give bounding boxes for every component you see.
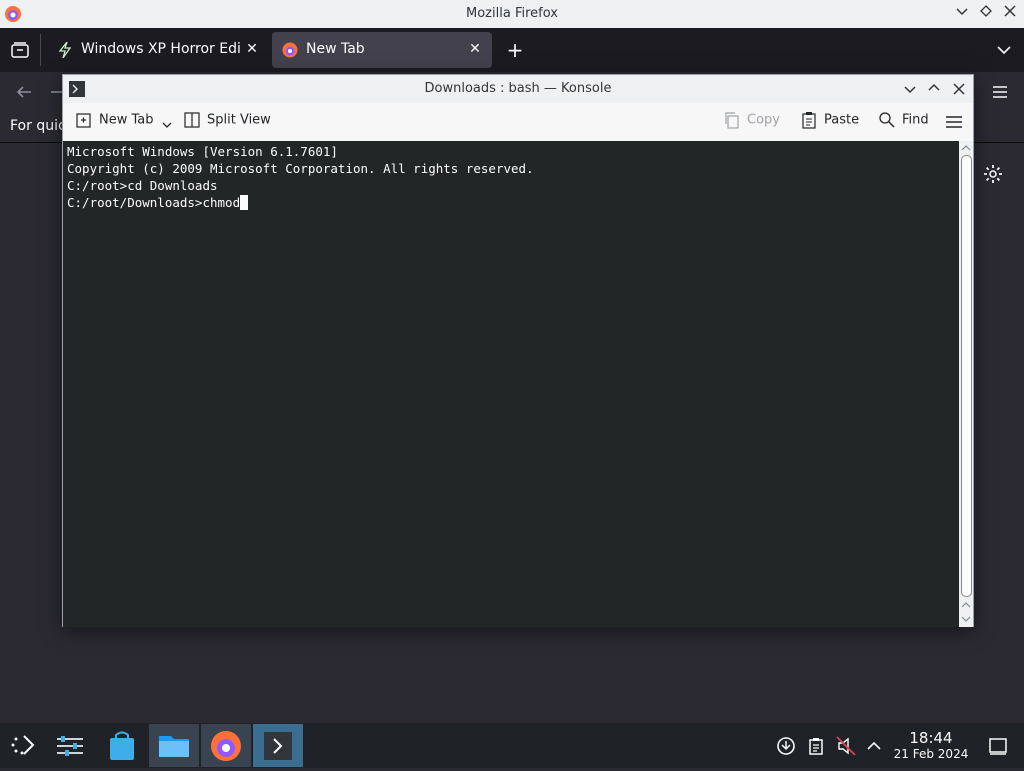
- scroll-down-arrow[interactable]: [960, 613, 972, 625]
- bookmarks-hint-text: For quic: [10, 118, 66, 134]
- copy-label: Copy: [747, 112, 780, 128]
- chevron-down-icon: [904, 86, 916, 94]
- back-arrow-icon: [16, 86, 31, 98]
- firefox-window-title: Mozilla Firefox: [466, 6, 558, 21]
- terminal-app-icon: [264, 732, 292, 760]
- konsole-toolbar: New Tab Split View Copy Paste Find: [63, 103, 973, 142]
- show-desktop-button[interactable]: [988, 736, 1008, 756]
- firefox-titlebar: Mozilla Firefox: [0, 0, 1024, 28]
- app-menu-button[interactable]: [990, 82, 1010, 102]
- hamburger-menu-icon: [993, 86, 1007, 98]
- tray-volume-button[interactable]: [836, 736, 856, 756]
- new-tab-button[interactable]: +: [504, 39, 526, 61]
- store-bag-icon: [110, 731, 134, 760]
- paste-button[interactable]: Paste: [800, 111, 859, 133]
- tab-windows-xp-horror[interactable]: Windows XP Horror Editi ✕: [47, 32, 269, 68]
- konsole-window: Downloads : bash — Konsole New Tab Split…: [62, 74, 974, 627]
- terminal-scrollbar[interactable]: [959, 141, 973, 627]
- konsole-menu-button[interactable]: [945, 113, 963, 131]
- copy-button[interactable]: Copy: [723, 111, 780, 133]
- back-button[interactable]: [14, 82, 34, 102]
- firefox-view-button[interactable]: [10, 40, 30, 60]
- terminal-output: Microsoft Windows [Version 6.1.7601] Copy…: [67, 143, 534, 211]
- konsole-close-button[interactable]: [952, 82, 966, 96]
- firefox-logo-icon: [211, 731, 241, 761]
- scrollbar-thumb[interactable]: [961, 155, 972, 597]
- tab-close-button[interactable]: ✕: [466, 40, 484, 58]
- firefox-tab-strip: Windows XP Horror Editi ✕ New Tab ✕ +: [0, 28, 1024, 72]
- chevron-down-icon: [162, 122, 172, 128]
- clock-date: 21 Feb 2024: [893, 747, 969, 761]
- chevron-up-icon: [928, 83, 940, 91]
- taskbar: 18:44 21 Feb 2024: [0, 723, 1024, 768]
- chevron-down-icon: [961, 616, 971, 622]
- tab-separator: [40, 34, 41, 66]
- application-launcher-button[interactable]: [0, 724, 50, 767]
- diamond-icon: [980, 5, 992, 17]
- firefox-favicon-icon: [282, 42, 298, 58]
- file-manager-task[interactable]: [149, 724, 199, 767]
- terminal-line: Microsoft Windows [Version 6.1.7601]: [67, 144, 338, 159]
- terminal-area[interactable]: Microsoft Windows [Version 6.1.7601] Copy…: [63, 141, 959, 627]
- scroll-up-arrow[interactable]: [960, 142, 972, 154]
- gear-icon: [984, 165, 1002, 183]
- new-tab-label: New Tab: [99, 112, 154, 128]
- search-icon: [879, 112, 895, 128]
- tab-label: New Tab: [306, 41, 365, 57]
- clipboard-icon: [809, 738, 823, 755]
- tray-clipboard-button[interactable]: [806, 736, 826, 756]
- hamburger-menu-icon: [946, 116, 962, 128]
- konsole-window-title: Downloads : bash — Konsole: [424, 81, 612, 96]
- terminal-line: Copyright (c) 2009 Microsoft Corporation…: [67, 161, 534, 176]
- konsole-maximize-button[interactable]: [927, 81, 941, 95]
- tab-new-tab[interactable]: New Tab ✕: [272, 32, 492, 68]
- firefox-task[interactable]: [201, 724, 251, 767]
- konsole-titlebar: Downloads : bash — Konsole: [63, 75, 973, 103]
- new-tab-button[interactable]: New Tab: [75, 111, 172, 133]
- new-tab-icon: [76, 113, 91, 128]
- paste-label: Paste: [824, 112, 860, 128]
- paste-icon: [802, 112, 816, 129]
- tray-update-button[interactable]: [776, 736, 796, 756]
- chevron-down-icon: [997, 46, 1011, 55]
- terminal-prompt-line: C:/root/Downloads>chmod: [67, 194, 534, 211]
- sliders-icon: [57, 736, 83, 756]
- launcher-icon: [11, 735, 35, 755]
- close-icon: [1004, 5, 1016, 17]
- tab-close-button[interactable]: ✕: [243, 40, 261, 58]
- split-view-label: Split View: [207, 112, 271, 128]
- tab-label: Windows XP Horror Editi: [81, 41, 241, 57]
- chevron-up-icon: [961, 602, 971, 608]
- find-label: Find: [902, 112, 929, 128]
- updates-icon: [777, 737, 795, 755]
- konsole-minimize-button[interactable]: [903, 83, 917, 97]
- clock-time: 18:44: [909, 729, 953, 747]
- chevron-down-icon: [956, 8, 968, 16]
- chevron-up-icon: [961, 145, 971, 151]
- maximize-button[interactable]: [976, 4, 996, 24]
- speaker-muted-icon: [836, 736, 856, 756]
- close-window-button[interactable]: [1000, 4, 1020, 24]
- copy-icon: [725, 112, 739, 129]
- text-cursor: [240, 195, 249, 210]
- desktop-icon: [989, 738, 1007, 755]
- list-all-tabs-button[interactable]: [994, 40, 1014, 60]
- split-view-button[interactable]: Split View: [183, 111, 271, 133]
- terminal-line: C:/root/Downloads>chmod: [67, 195, 241, 210]
- find-button[interactable]: Find: [878, 111, 929, 133]
- minimize-button[interactable]: [952, 4, 972, 24]
- folder-icon: [159, 736, 189, 757]
- discover-store-task[interactable]: [97, 724, 147, 767]
- close-icon: [953, 83, 965, 95]
- konsole-task[interactable]: [253, 724, 303, 767]
- scroll-up-arrow[interactable]: [960, 599, 972, 611]
- tab-manager-icon: [11, 42, 29, 58]
- terminal-line: C:/root>cd Downloads: [67, 178, 218, 193]
- system-settings-task[interactable]: [45, 724, 95, 767]
- personalize-button[interactable]: [982, 163, 1004, 185]
- split-view-icon: [184, 112, 200, 128]
- lightning-favicon-icon: [58, 42, 72, 58]
